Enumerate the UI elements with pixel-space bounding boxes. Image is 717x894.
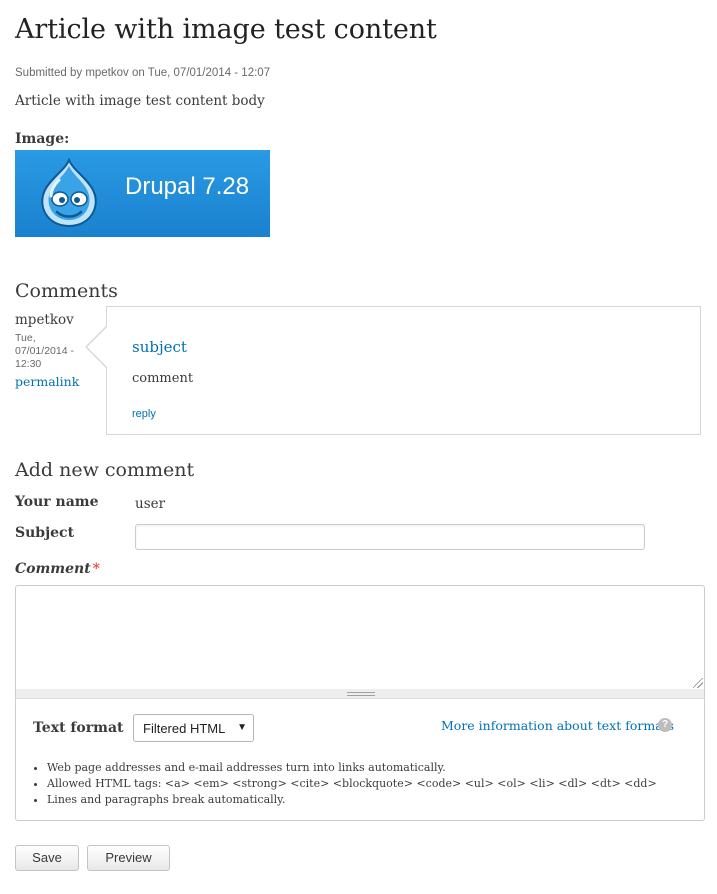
image-caption-text: Drupal 7.28 — [125, 173, 250, 200]
add-comment-heading: Add new comment — [15, 459, 195, 481]
comment-label: Comment * — [15, 561, 100, 577]
comment-textarea[interactable] — [15, 585, 705, 690]
drupal-drop-icon — [41, 158, 97, 228]
grip-lines-icon — [347, 692, 375, 696]
text-format-selected: Filtered HTML — [143, 721, 226, 736]
image-field-label: Image: — [15, 131, 70, 147]
more-info-text-formats-link[interactable]: More information about text formats — [441, 718, 674, 733]
comment-label-text: Comment — [15, 561, 91, 577]
filter-tip: Web page addresses and e-mail addresses … — [47, 760, 657, 776]
comment-bubble — [106, 306, 701, 435]
subject-label: Subject — [15, 525, 75, 541]
comment-bubble-arrow-fill — [87, 326, 108, 368]
text-format-select[interactable]: Filtered HTML ▼ — [133, 714, 254, 742]
your-name-label: Your name — [15, 494, 99, 510]
comment-author: mpetkov — [15, 312, 74, 328]
filter-tip: Lines and paragraphs break automatically… — [47, 792, 657, 808]
submitted-info: Submitted by mpetkov on Tue, 07/01/2014 … — [15, 67, 271, 79]
comment-permalink[interactable]: permalink — [15, 374, 79, 389]
comment-date: Tue, 07/01/2014 - 12:30 — [15, 332, 74, 370]
your-name-value: user — [135, 496, 166, 512]
save-button[interactable]: Save — [15, 845, 79, 871]
required-marker: * — [92, 561, 100, 577]
text-format-label: Text format — [33, 720, 124, 736]
subject-input[interactable] — [135, 524, 645, 550]
help-icon[interactable]: ? — [658, 718, 672, 732]
caret-down-icon: ▼ — [237, 722, 247, 733]
preview-button[interactable]: Preview — [87, 845, 170, 871]
filter-tip: Allowed HTML tags: <a> <em> <strong> <ci… — [47, 776, 657, 792]
comments-heading: Comments — [15, 280, 118, 302]
resize-corner-icon[interactable] — [693, 678, 703, 688]
comment-subject-link[interactable]: subject — [132, 338, 187, 356]
article-body: Article with image test content body — [15, 93, 265, 109]
comment-text: comment — [132, 371, 194, 386]
page-title: Article with image test content — [15, 14, 437, 45]
article-image: Drupal 7.28 — [15, 150, 270, 237]
comment-reply-link[interactable]: reply — [132, 408, 156, 420]
filter-tips-list: Web page addresses and e-mail addresses … — [33, 760, 657, 808]
